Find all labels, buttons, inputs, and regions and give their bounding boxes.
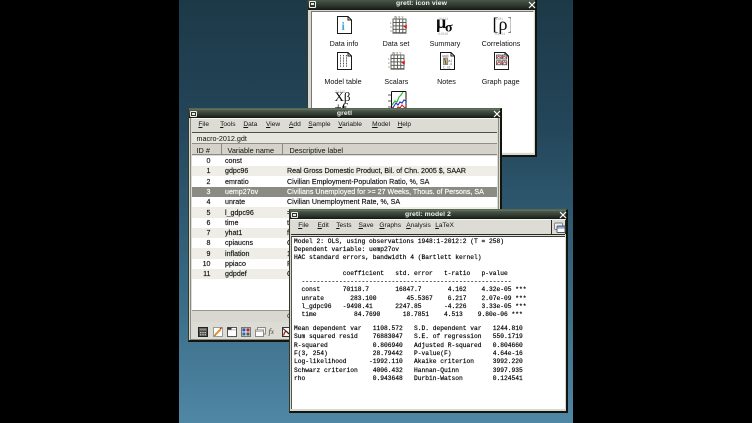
svg-text:t.o1: t.o1 xyxy=(443,66,451,70)
svg-text:[ρ]: [ρ] xyxy=(493,16,511,34)
svg-text:σ: σ xyxy=(445,20,453,35)
svg-text:3: 3 xyxy=(388,65,390,69)
svg-text:W X Y: W X Y xyxy=(392,52,402,56)
svg-text:W X Y: W X Y xyxy=(394,16,404,20)
svg-text:3: 3 xyxy=(390,29,392,33)
